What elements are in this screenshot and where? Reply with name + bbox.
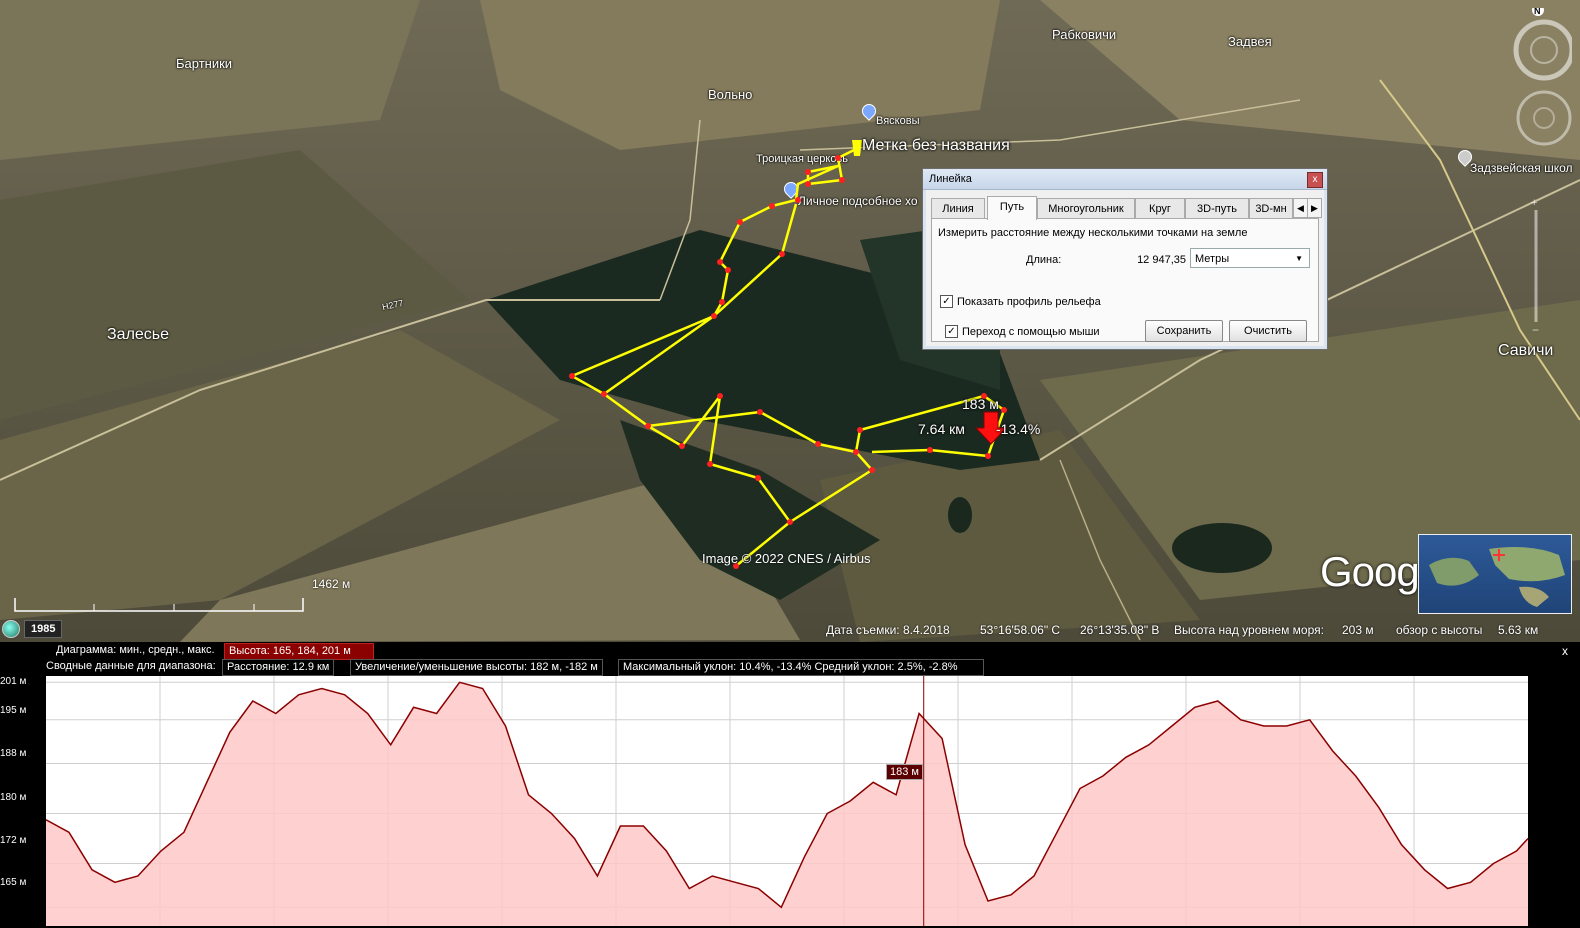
placemark-icon — [852, 140, 862, 156]
range-distance: Расстояние: 12.9 км — [222, 659, 335, 676]
close-icon[interactable]: x — [1307, 172, 1323, 188]
scale-bar — [14, 598, 304, 612]
imagery-copyright: Image © 2022 CNES / Airbus — [702, 551, 871, 566]
y-tick-label: 195 м — [0, 705, 27, 716]
elevation-value: 203 м — [1342, 623, 1374, 637]
clear-button[interactable]: Очистить — [1229, 320, 1307, 342]
length-value: 12 947,35 — [1137, 254, 1186, 266]
status-bar: Дата съемки: 8.4.2018 53°16'58.06" С 26°… — [0, 620, 1580, 640]
checkmark-icon[interactable]: ✓ — [945, 325, 958, 338]
length-label: Длина: — [1026, 254, 1062, 266]
svg-text:−: − — [1532, 323, 1539, 336]
ruler-title: Линейка — [929, 173, 972, 185]
ruler-titlebar[interactable]: Линейка x — [923, 169, 1327, 190]
range-elevation-change: Увеличение/уменьшение высоты: 182 м, -18… — [350, 659, 603, 676]
chevron-left-icon[interactable]: ◀ — [1293, 198, 1308, 218]
zoom-slider[interactable]: + − — [1528, 196, 1544, 336]
y-tick-label: 188 м — [0, 748, 27, 759]
ruler-dialog: Линейка x Линия Путь Многоугольник Круг … — [922, 168, 1328, 350]
compass-north-label: N — [1534, 8, 1541, 16]
eye-altitude-value: 5.63 км — [1498, 623, 1539, 637]
elevation-profile: Диаграмма: мин., средн., макс. Высота: 1… — [0, 642, 1580, 928]
ruler-description: Измерить расстояние между несколькими то… — [938, 227, 1248, 239]
tab-polygon[interactable]: Многоугольник — [1037, 198, 1135, 219]
latitude: 53°16'58.06" С — [980, 623, 1061, 637]
historical-year[interactable]: 1985 — [24, 620, 63, 638]
save-button[interactable]: Сохранить — [1145, 320, 1223, 342]
y-tick-label: 180 м — [0, 792, 27, 803]
elevation-label: Высота над уровнем моря: — [1174, 623, 1324, 637]
route-distance-label: 7.64 км — [918, 421, 965, 437]
map-view[interactable]: Бартники Вольно Рабковичи Задвея Вясковы… — [0, 0, 1580, 642]
unit-select-value: Метры — [1195, 253, 1230, 265]
show-profile-label: Показать профиль рельефа — [957, 295, 1101, 308]
measured-path — [569, 140, 1008, 569]
chart-stats-label: Диаграмма: мин., средн., макс. — [56, 644, 215, 656]
show-profile-checkbox[interactable]: ✓ Показать профиль рельефа — [940, 295, 1101, 308]
route-slope-label: -13.4% — [996, 421, 1041, 437]
svg-text:+: + — [1531, 197, 1537, 209]
tab-path[interactable]: Путь — [987, 196, 1037, 220]
eye-altitude-label: обзор с высоты — [1396, 623, 1483, 637]
historical-imagery-icon[interactable] — [2, 620, 20, 638]
checkmark-icon[interactable]: ✓ — [940, 295, 953, 308]
chevron-right-icon[interactable]: ▶ — [1307, 198, 1322, 218]
height-stats: Высота: 165, 184, 201 м — [224, 643, 374, 660]
y-tick-label: 172 м — [0, 835, 27, 846]
longitude: 26°13'35.08" В — [1080, 623, 1160, 637]
tab-circle[interactable]: Круг — [1135, 198, 1185, 219]
mouse-navigation-label: Переход с помощью мыши — [962, 325, 1100, 338]
navigation-controls[interactable]: N — [1508, 8, 1572, 158]
elevation-chart[interactable] — [46, 676, 1530, 926]
ruler-tabs: Линия Путь Многоугольник Круг 3D-путь 3D… — [931, 196, 1322, 220]
placemark-label[interactable]: Метка без названия — [862, 137, 1010, 155]
close-icon[interactable]: x — [1562, 644, 1568, 658]
historical-imagery[interactable]: 1985 — [2, 620, 63, 638]
scale-label: 1462 м — [312, 577, 351, 591]
tab-line[interactable]: Линия — [931, 198, 985, 219]
imagery-date: Дата съемки: 8.4.2018 — [826, 623, 950, 637]
y-tick-label: 201 м — [0, 676, 27, 687]
mouse-navigation-checkbox[interactable]: ✓ Переход с помощью мыши — [945, 325, 1100, 338]
tab-scroll: ◀ ▶ — [1293, 198, 1322, 218]
unit-select[interactable]: Метры ▼ — [1190, 248, 1310, 268]
y-tick-label: 165 м — [0, 877, 27, 888]
chevron-down-icon: ▼ — [1295, 254, 1303, 263]
range-slope: Максимальный уклон: 10.4%, -13.4% Средни… — [618, 659, 984, 676]
tab-3d-path[interactable]: 3D-путь — [1185, 198, 1249, 219]
range-summary-label: Сводные данные для диапазона: — [46, 660, 216, 672]
route-elevation-label: 183 м — [962, 396, 999, 412]
overview-map[interactable] — [1418, 534, 1572, 614]
cursor-elevation-label: 183 м — [886, 764, 923, 780]
tab-3d-polygon[interactable]: 3D-мн — [1249, 198, 1293, 219]
